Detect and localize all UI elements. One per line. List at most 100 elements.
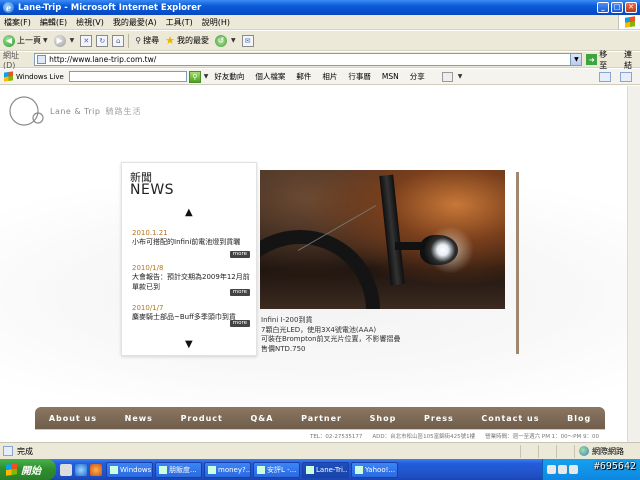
live-link-friends[interactable]: 好友動向	[214, 71, 244, 82]
chevron-down-icon[interactable]: ▼	[231, 37, 236, 44]
start-label: 開始	[21, 466, 41, 477]
nav-blog[interactable]: Blog	[567, 414, 591, 423]
live-link-mail[interactable]: 郵件	[296, 71, 311, 82]
live-link-msn[interactable]: MSN	[382, 72, 399, 81]
news-panel: 新聞 NEWS ▲ 2010.1.21 小布可搭配的Infini前電池燈到貨曬 …	[121, 162, 257, 356]
home-icon[interactable]: ⌂	[112, 34, 125, 47]
back-button[interactable]: ◀ 上一頁 ▼	[3, 34, 48, 47]
caption-line: Infini I-200到貨	[261, 316, 313, 324]
chevron-down-icon[interactable]: ▼	[43, 37, 48, 44]
minimize-button[interactable]: _	[597, 2, 609, 13]
windows-flag-icon	[4, 71, 13, 82]
more-button[interactable]: more	[229, 251, 250, 258]
task-button[interactable]: Yahoo!...	[351, 461, 398, 478]
security-zone[interactable]: 網際網路	[574, 444, 640, 458]
menu-favorites[interactable]: 我的最愛(A)	[113, 17, 157, 28]
start-button[interactable]: 開始	[0, 459, 56, 480]
news-date: 2010/1/7	[132, 304, 164, 312]
window-title: Lane-Trip - Microsoft Internet Explorer	[18, 2, 202, 13]
more-button[interactable]: more	[229, 289, 250, 296]
live-search-button[interactable]: ⚲	[188, 70, 201, 83]
news-item[interactable]: 2010/1/8 大會報告：預計交期為2009年12月前單款已到 more	[132, 264, 250, 296]
nav-partner[interactable]: Partner	[301, 414, 342, 423]
news-date: 2010.1.21	[132, 229, 168, 237]
nav-qa[interactable]: Q&A	[251, 414, 274, 423]
chevron-down-icon[interactable]: ▼	[570, 54, 582, 65]
close-button[interactable]: ✕	[625, 2, 637, 13]
menu-tools[interactable]: 工具(T)	[166, 17, 193, 28]
chevron-down-icon[interactable]: ▼	[204, 73, 209, 80]
forward-button[interactable]: ▶ ▼	[53, 34, 75, 47]
product-photo[interactable]	[260, 170, 505, 309]
news-item[interactable]: 2010.1.21 小布可搭配的Infini前電池燈到貨曬 more	[132, 229, 250, 258]
more-button[interactable]: more	[229, 320, 250, 327]
live-search-input[interactable]	[68, 71, 187, 82]
favorites-button[interactable]: ★ 我的最愛	[165, 34, 209, 47]
stop-icon[interactable]: ✕	[80, 34, 93, 47]
news-scroll-up-icon[interactable]: ▲	[185, 207, 193, 218]
site-nav: About us News Product Q&A Partner Shop P…	[35, 407, 605, 429]
site-footer: TEL：02-27535177 ADD：台北市松山區105富錦街425號1樓 營…	[35, 429, 605, 441]
nav-product[interactable]: Product	[181, 414, 223, 423]
refresh-icon[interactable]: ↻	[96, 34, 109, 47]
news-scroll-down-icon[interactable]: ▼	[185, 339, 193, 350]
search-button[interactable]: ⚲ 搜尋	[135, 35, 159, 46]
web-page: Lane & Trip 騎路生活 新聞 NEWS ▲ 2010.1.21 小布可…	[0, 86, 640, 442]
windows-flag-icon	[6, 463, 17, 476]
logo-subtitle: 騎路生活	[105, 106, 142, 116]
firefox-icon[interactable]	[90, 463, 102, 476]
menu-edit[interactable]: 編輯(E)	[40, 17, 67, 28]
maximize-button[interactable]: □	[611, 2, 623, 13]
nav-shop[interactable]: Shop	[370, 414, 397, 423]
news-date: 2010/1/8	[132, 264, 164, 272]
nav-news[interactable]: News	[125, 414, 153, 423]
search-icon: ⚲	[135, 36, 142, 45]
task-button-active[interactable]: Lane-Tri...	[302, 461, 349, 478]
footer-tel: TEL：02-27535177	[310, 433, 363, 440]
live-link-profile[interactable]: 個人檔案	[255, 71, 285, 82]
menu-view[interactable]: 檢視(V)	[76, 17, 104, 28]
menu-help[interactable]: 說明(H)	[202, 17, 230, 28]
nav-press[interactable]: Press	[424, 414, 454, 423]
desktop-icon[interactable]	[60, 463, 72, 476]
status-bar: 完成 網際網路	[0, 442, 640, 459]
edit-icon[interactable]	[599, 71, 611, 82]
go-button[interactable]: ➜ 移至	[586, 49, 615, 71]
address-url[interactable]: http://www.lane-trip.com.tw/	[49, 55, 570, 64]
ie-icon[interactable]	[75, 463, 87, 476]
caption-line: 7顆白光LED，使用3X4號電池(AAA)	[261, 325, 377, 334]
standard-toolbar: ◀ 上一頁 ▼ ▶ ▼ ✕ ↻ ⌂ ⚲ 搜尋 ★ 我的最愛 ↺ ▼ ✉	[0, 31, 640, 51]
mail-icon[interactable]: ✉	[241, 34, 254, 47]
links-button[interactable]: 連結	[624, 49, 640, 71]
news-item[interactable]: 2010/1/7 麋麥騎士部品~Buff多季頭巾到貨 more	[132, 304, 250, 327]
news-heading-en: NEWS	[130, 182, 175, 198]
address-label: 網址(D)	[3, 50, 19, 70]
tray-icon[interactable]	[569, 465, 578, 474]
live-link-share[interactable]: 分享	[410, 71, 425, 82]
nav-about-us[interactable]: About us	[49, 414, 97, 423]
site-logo[interactable]: Lane & Trip 騎路生活	[8, 94, 141, 128]
window-titlebar[interactable]: e Lane-Trip - Microsoft Internet Explore…	[0, 0, 640, 15]
tray-icon[interactable]	[547, 465, 556, 474]
task-button[interactable]: Windows...	[106, 461, 153, 478]
windows-live-toolbar: Windows Live ⚲ ▼ 好友動向 個人檔案 郵件 相片 行事曆 MSN…	[0, 69, 640, 85]
chevron-down-icon[interactable]: ▼	[70, 37, 75, 44]
windows-live-label: Windows Live	[16, 72, 64, 81]
task-button[interactable]: 朋飯度...	[155, 461, 202, 478]
address-input[interactable]: http://www.lane-trip.com.tw/ ▼	[34, 53, 583, 66]
chevron-down-icon[interactable]: ▼	[458, 73, 463, 80]
news-title[interactable]: 小布可搭配的Infini前電池燈到貨曬	[132, 237, 250, 247]
task-button[interactable]: money?...	[204, 461, 251, 478]
highlight-icon[interactable]	[620, 71, 632, 82]
menu-file[interactable]: 檔案(F)	[4, 17, 31, 28]
live-link-photos[interactable]: 相片	[322, 71, 337, 82]
toolbar-options-icon[interactable]	[441, 71, 453, 82]
task-button[interactable]: 安評L -...	[253, 461, 300, 478]
taskbar: 開始 Windows... 朋飯度... money?... 安評L -... …	[0, 459, 640, 480]
go-label: 移至	[599, 49, 608, 70]
globe-icon	[579, 446, 589, 456]
history-button[interactable]: ↺ ▼	[214, 34, 236, 47]
nav-contact-us[interactable]: Contact us	[481, 414, 539, 423]
tray-icon[interactable]	[558, 465, 567, 474]
live-link-calendar[interactable]: 行事曆	[348, 71, 371, 82]
